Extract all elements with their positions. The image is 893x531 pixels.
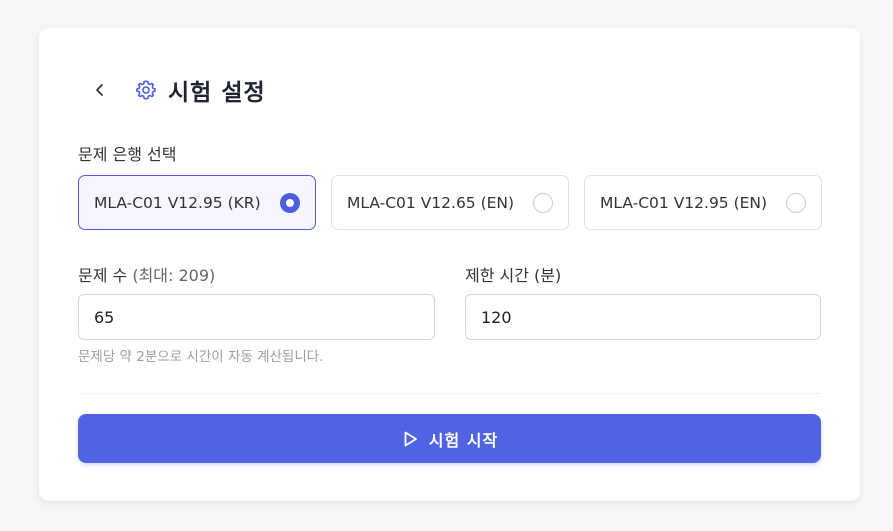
bank-option-label: MLA-C01 V12.95 (EN)	[600, 193, 768, 212]
question-count-value: 65	[94, 307, 115, 327]
chevron-left-icon	[96, 84, 103, 96]
back-button[interactable]	[87, 77, 113, 103]
radio-empty-icon[interactable]	[786, 192, 806, 213]
time-limit-input[interactable]: 120	[465, 294, 821, 340]
bank-option-1[interactable]: MLA-C01 V12.95 (KR)	[78, 175, 316, 230]
question-count-input[interactable]: 65	[78, 294, 435, 340]
page-title: 시험 설정	[168, 80, 266, 106]
gear-icon	[135, 79, 157, 101]
radio-empty-icon[interactable]	[533, 192, 553, 213]
bank-option-label: MLA-C01 V12.65 (EN)	[347, 193, 515, 212]
time-limit-value: 120	[481, 307, 512, 327]
play-icon	[401, 430, 419, 448]
bank-section-label: 문제 은행 선택	[78, 145, 177, 164]
title-wrap: 시험 설정	[135, 73, 266, 107]
header: 시험 설정	[87, 73, 266, 107]
hint-text: 문제당 약 2분으로 시간이 자동 계산됩니다.	[78, 349, 324, 365]
divider	[78, 393, 821, 394]
bank-option-3[interactable]: MLA-C01 V12.95 (EN)	[584, 175, 822, 230]
start-exam-button[interactable]: 시험 시작	[78, 414, 821, 463]
start-exam-label: 시험 시작	[428, 430, 499, 450]
question-count-label-text: 문제 수	[78, 266, 128, 285]
exam-settings-card: 시험 설정 문제 은행 선택 MLA-C01 V12.95 (KR) MLA-C…	[39, 28, 860, 501]
bank-option-label: MLA-C01 V12.95 (KR)	[94, 193, 261, 212]
bank-options: MLA-C01 V12.95 (KR) MLA-C01 V12.65 (EN) …	[78, 175, 822, 230]
bank-option-2[interactable]: MLA-C01 V12.65 (EN)	[331, 175, 569, 230]
question-count-label: 문제 수 (최대: 209)	[78, 262, 215, 286]
radio-selected-icon[interactable]	[280, 192, 300, 213]
time-limit-label: 제한 시간 (분)	[465, 266, 562, 285]
question-count-max: (최대: 209)	[132, 266, 216, 285]
